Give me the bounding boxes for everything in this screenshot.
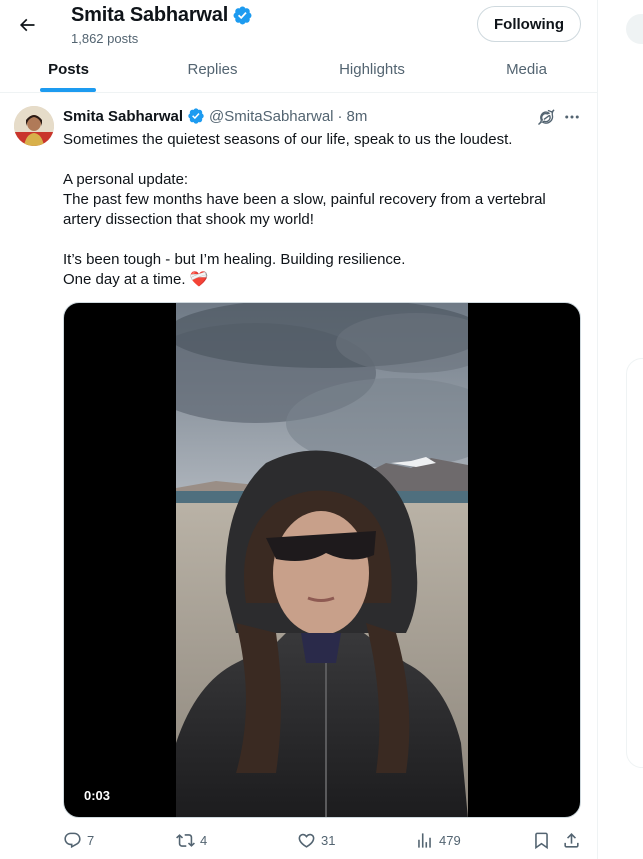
views-count: 479 — [439, 833, 461, 848]
tweet-line — [63, 230, 583, 250]
profile-name: Smita Sabharwal — [71, 4, 229, 26]
verified-badge-icon — [188, 108, 204, 124]
like-button[interactable]: 31 — [297, 831, 335, 850]
tweet-actions: 7 4 31 479 — [63, 831, 583, 851]
tweet-line: One day at a time. ❤️‍🩹 — [63, 271, 209, 288]
tab-media[interactable]: Media — [456, 47, 597, 92]
video-thumbnail — [176, 303, 468, 817]
grok-icon — [538, 109, 555, 126]
more-icon — [565, 115, 579, 119]
repost-button[interactable]: 4 — [176, 831, 207, 850]
tweet-line: It’s been tough - but I’m healing. Build… — [63, 251, 406, 268]
profile-name-row: Smita Sabharwal — [71, 4, 253, 27]
tweet-line — [63, 150, 583, 170]
tweet-line: A personal update: — [63, 171, 189, 188]
avatar[interactable] — [14, 106, 54, 146]
post-count: 1,862 posts — [71, 31, 139, 46]
bookmark-button[interactable] — [532, 831, 551, 850]
back-arrow-icon — [19, 18, 35, 32]
tweet-time[interactable]: 8m — [347, 108, 368, 125]
search-bar[interactable] — [626, 14, 643, 44]
video-player[interactable]: 0:03 — [63, 302, 581, 818]
author-handle[interactable]: @SmitaSabharwal — [209, 108, 333, 125]
avatar-image — [14, 106, 54, 146]
tweet-text: Sometimes the quietest seasons of our li… — [63, 130, 583, 290]
views-icon — [418, 833, 431, 848]
bookmark-icon — [535, 832, 548, 850]
share-button[interactable] — [562, 831, 581, 850]
sidebar-card — [626, 358, 643, 768]
tweet-header: Smita Sabharwal @SmitaSabharwal · 8m — [63, 107, 367, 125]
separator-dot: · — [337, 107, 343, 125]
reply-count: 7 — [87, 833, 95, 848]
profile-tabs: Posts Replies Highlights Media — [0, 47, 597, 93]
profile-header: Smita Sabharwal 1,862 posts Following — [0, 0, 597, 53]
reply-button[interactable]: 7 — [63, 831, 94, 850]
views-button[interactable]: 479 — [415, 831, 461, 850]
tweet-line: The past few months have been a slow, pa… — [63, 191, 546, 228]
right-sidebar — [598, 0, 643, 859]
video-timestamp: 0:03 — [78, 786, 117, 805]
tweet-line: Sometimes the quietest seasons of our li… — [63, 131, 513, 148]
reply-icon — [64, 832, 81, 849]
grok-button[interactable] — [535, 106, 557, 128]
tab-posts[interactable]: Posts — [0, 47, 137, 92]
tab-replies[interactable]: Replies — [137, 47, 288, 92]
repost-icon — [176, 834, 195, 847]
video-frame — [176, 303, 468, 817]
author-name[interactable]: Smita Sabharwal — [63, 108, 183, 125]
like-icon — [298, 833, 315, 848]
share-icon — [564, 833, 579, 848]
back-button[interactable] — [10, 8, 44, 42]
following-button[interactable]: Following — [477, 6, 581, 42]
repost-count: 4 — [200, 833, 208, 848]
timeline-column: Smita Sabharwal 1,862 posts Following Po… — [0, 0, 598, 859]
like-count: 31 — [321, 833, 336, 848]
verified-badge-icon — [233, 6, 252, 25]
more-button[interactable] — [561, 106, 583, 128]
tab-highlights[interactable]: Highlights — [288, 47, 456, 92]
